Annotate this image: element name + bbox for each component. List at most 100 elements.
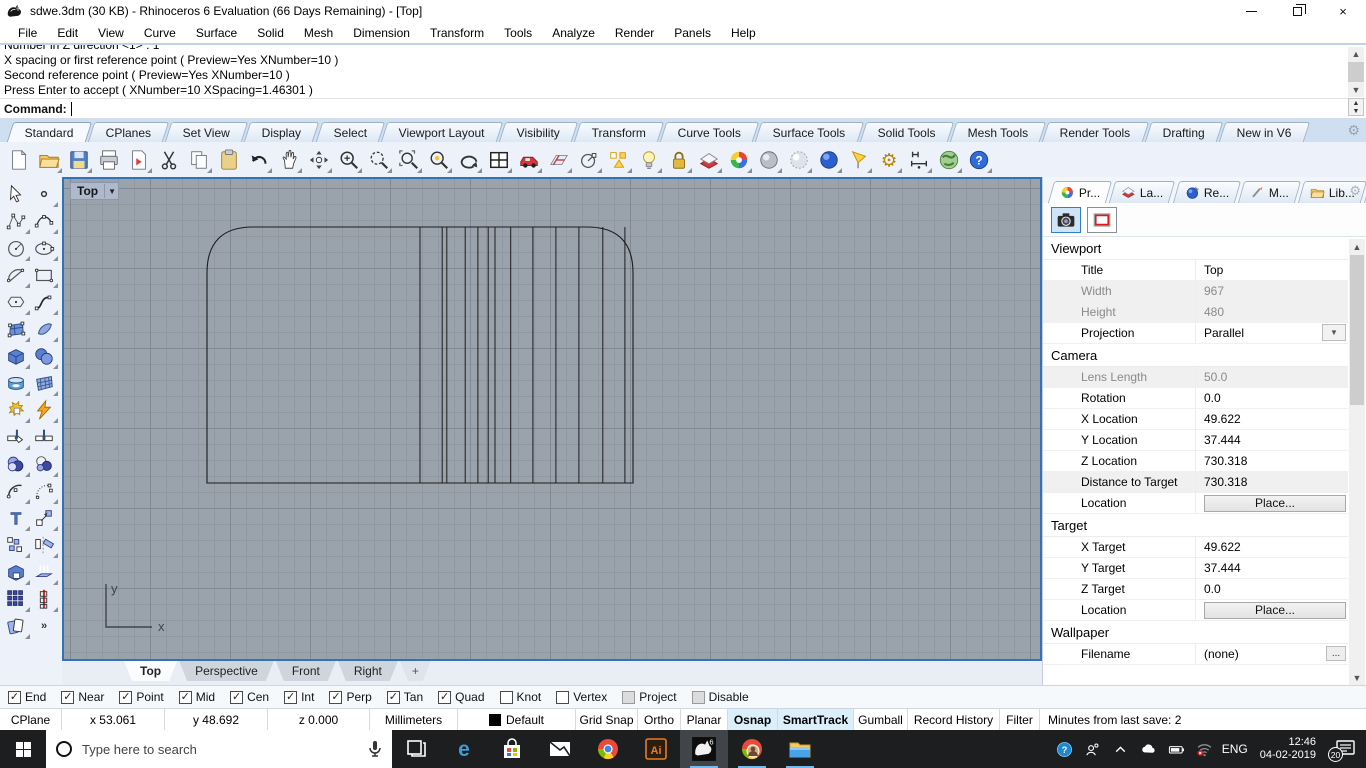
toolbar-gear-icon[interactable]: ⚙: [1347, 122, 1360, 139]
shaded-viewport-icon[interactable]: [756, 147, 782, 173]
panel-tab-m[interactable]: M...: [1237, 181, 1302, 203]
zoom-window-icon[interactable]: [366, 147, 392, 173]
chevron-up-icon[interactable]: [1110, 730, 1132, 768]
property-value[interactable]: Place...: [1195, 600, 1348, 620]
patch-surface-icon[interactable]: [31, 316, 58, 342]
control-point-curve-icon[interactable]: [3, 208, 30, 234]
new-file-icon[interactable]: [6, 147, 32, 173]
toolbar-tab-new-in-v6[interactable]: New in V6: [1218, 122, 1310, 142]
people-icon[interactable]: [1082, 730, 1104, 768]
spheres-icon[interactable]: [31, 343, 58, 369]
viewport-tab-perspective[interactable]: Perspective: [179, 661, 274, 681]
explode-star-icon[interactable]: [3, 397, 30, 423]
property-value[interactable]: Parallel ▼: [1195, 323, 1348, 343]
osnap-circle-icon[interactable]: [576, 147, 602, 173]
close-button[interactable]: ×: [1320, 0, 1366, 22]
toolbar-tab-cplanes[interactable]: CPlanes: [87, 122, 170, 142]
status-grid-snap[interactable]: Grid Snap: [576, 709, 638, 730]
status-default[interactable]: Default: [458, 709, 576, 730]
property-value[interactable]: 0.0: [1195, 579, 1348, 599]
menu-item-curve[interactable]: Curve: [134, 23, 186, 43]
checkbox-disable[interactable]: ✓: [691, 690, 705, 704]
help-bubble-icon[interactable]: ?: [1054, 730, 1076, 768]
property-value[interactable]: (none)...: [1195, 644, 1348, 664]
cut-icon[interactable]: [156, 147, 182, 173]
panel-tab-re[interactable]: Re...: [1172, 181, 1242, 203]
action-center-button[interactable]: 20: [1328, 730, 1362, 768]
filename-browse-button[interactable]: ...: [1326, 646, 1346, 661]
panel-gear-icon[interactable]: ⚙: [1349, 183, 1361, 199]
menu-item-file[interactable]: File: [8, 23, 47, 43]
spinner-down-icon[interactable]: ▼: [1349, 107, 1363, 115]
checkbox-mid[interactable]: ✓: [178, 690, 192, 704]
measure-icon[interactable]: [906, 147, 932, 173]
checkbox-cen[interactable]: ✓: [230, 690, 244, 704]
rotate-view-icon[interactable]: [306, 147, 332, 173]
status-x-53-061[interactable]: x 53.061: [62, 709, 165, 730]
arc-icon[interactable]: [3, 262, 30, 288]
light-icon[interactable]: [636, 147, 662, 173]
store-icon[interactable]: [488, 730, 536, 768]
text-object-icon[interactable]: T: [3, 505, 30, 531]
status-planar[interactable]: Planar: [681, 709, 728, 730]
display-color-icon[interactable]: [726, 147, 752, 173]
osnap-tan[interactable]: ✓ Tan: [386, 690, 423, 704]
viewport-tab-front[interactable]: Front: [276, 661, 336, 681]
extrude-solid-icon[interactable]: [3, 559, 30, 585]
zoom-dynamic-icon[interactable]: [336, 147, 362, 173]
help-icon[interactable]: ?: [966, 147, 992, 173]
options-icon[interactable]: ⚙: [876, 147, 902, 173]
fillet-lightning-icon[interactable]: [31, 397, 58, 423]
save-icon[interactable]: [66, 147, 92, 173]
circle-center-icon[interactable]: [3, 235, 30, 261]
projection-dropdown-button[interactable]: ▼: [1322, 324, 1346, 341]
earth-icon[interactable]: [936, 147, 962, 173]
toolbar-tab-mesh-tools[interactable]: Mesh Tools: [949, 122, 1047, 142]
menu-item-render[interactable]: Render: [605, 23, 664, 43]
panel-scrollbar[interactable]: ▲ ▼: [1349, 239, 1365, 685]
status-minutes-from-last-save-2[interactable]: Minutes from last save: 2: [1040, 709, 1366, 730]
blend-curve-icon[interactable]: [31, 478, 58, 504]
toolbar-tab-surface-tools[interactable]: Surface Tools: [755, 122, 865, 142]
menu-item-panels[interactable]: Panels: [664, 23, 721, 43]
checkbox-knot[interactable]: ✓: [499, 690, 513, 704]
pan-icon[interactable]: [276, 147, 302, 173]
osnap-quad[interactable]: ✓ Quad: [438, 690, 485, 704]
mail-icon[interactable]: [536, 730, 584, 768]
menu-item-mesh[interactable]: Mesh: [294, 23, 343, 43]
property-value[interactable]: Place...: [1195, 493, 1348, 513]
toolbar-tab-set-view[interactable]: Set View: [164, 122, 249, 142]
new-viewport-tab[interactable]: +: [400, 661, 431, 681]
status-ortho[interactable]: Ortho: [638, 709, 681, 730]
rect-array-icon[interactable]: [3, 586, 30, 612]
linear-array-icon[interactable]: [31, 586, 58, 612]
toolbar-tab-select[interactable]: Select: [315, 122, 386, 142]
taskbar-clock[interactable]: 12:46 04-02-2019: [1254, 736, 1322, 762]
status-osnap[interactable]: Osnap: [728, 709, 778, 730]
toolbar-tab-curve-tools[interactable]: Curve Tools: [659, 122, 760, 142]
spinner-up-icon[interactable]: ▲: [1349, 99, 1363, 107]
mirror-icon[interactable]: [31, 532, 58, 558]
chrome-profile-icon[interactable]: [728, 730, 776, 768]
task-view-icon[interactable]: [392, 730, 440, 768]
edge-icon[interactable]: e: [440, 730, 488, 768]
menu-item-surface[interactable]: Surface: [186, 23, 247, 43]
notes-flag-icon[interactable]: [846, 147, 872, 173]
chrome-icon[interactable]: [584, 730, 632, 768]
status-z-0-000[interactable]: z 0.000: [268, 709, 370, 730]
checkbox-int[interactable]: ✓: [284, 690, 298, 704]
osnap-near[interactable]: ✓ Near: [61, 690, 104, 704]
menu-item-help[interactable]: Help: [721, 23, 766, 43]
rendered-viewport-icon[interactable]: [816, 147, 842, 173]
property-value[interactable]: Top: [1195, 260, 1348, 280]
status-y-48-692[interactable]: y 48.692: [165, 709, 268, 730]
print-icon[interactable]: [96, 147, 122, 173]
menu-item-transform[interactable]: Transform: [420, 23, 494, 43]
expand-more[interactable]: »: [31, 613, 57, 638]
layer-tools-icon[interactable]: [696, 147, 722, 173]
property-value[interactable]: 49.622: [1195, 409, 1348, 429]
zoom-selected-icon[interactable]: [426, 147, 452, 173]
panel-tab-la[interactable]: La...: [1109, 181, 1176, 203]
osnap-point[interactable]: ✓ Point: [119, 690, 164, 704]
place-button[interactable]: Place...: [1204, 601, 1346, 619]
